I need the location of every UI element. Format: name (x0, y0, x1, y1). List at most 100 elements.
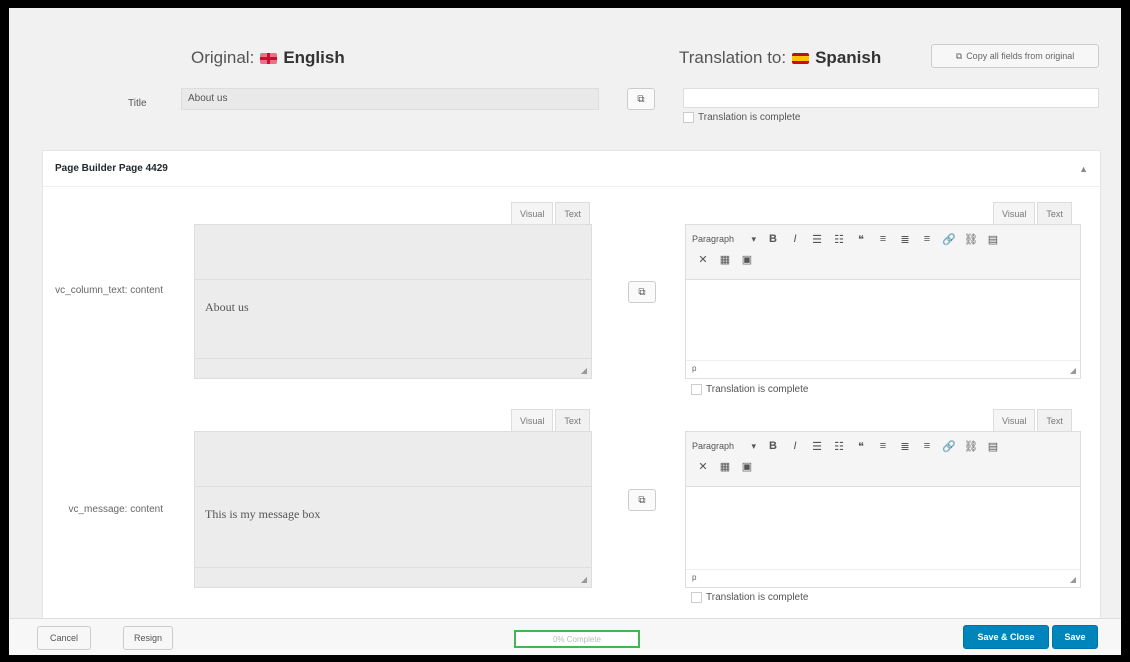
field-2-complete-checkbox[interactable] (691, 592, 702, 603)
copy-title-button[interactable]: ⧉ (627, 88, 655, 110)
align-left-icon[interactable]: ≡ (872, 229, 894, 249)
original-editor-1: About us ◢ (194, 224, 592, 379)
progress-bar: 0% Complete (514, 630, 640, 648)
translation-label: Translation to: (679, 48, 787, 67)
format-select[interactable]: Paragraph ▾ (692, 234, 762, 245)
blockquote-icon[interactable]: ❝ (850, 436, 872, 456)
bullet-list-icon[interactable]: ☰ (806, 436, 828, 456)
cancel-button[interactable]: Cancel (37, 626, 91, 650)
translation-editor-window: Original: English Translation to: Spanis… (9, 8, 1121, 655)
original-editor-toolbar-area (195, 225, 591, 280)
title-complete-checkbox-row[interactable]: Translation is complete (683, 112, 800, 123)
toolbar-row-2: ✕ ▦ ▣ (692, 456, 1074, 476)
original-editor-statusbar (195, 358, 591, 378)
editor-status-path: p (686, 360, 1080, 378)
field-1-complete-label: Translation is complete (706, 384, 809, 395)
copy-field-2-button[interactable]: ⧉ (628, 489, 656, 511)
copy-icon: ⧉ (638, 286, 646, 298)
title-complete-label: Translation is complete (698, 112, 801, 123)
bold-icon[interactable]: B (762, 229, 784, 249)
format-select[interactable]: Paragraph ▾ (692, 441, 762, 452)
tab-text[interactable]: Text (1037, 409, 1072, 431)
align-center-icon[interactable]: ≣ (894, 436, 916, 456)
title-translation-input[interactable] (683, 88, 1099, 108)
spain-flag-icon (792, 52, 810, 64)
toolbar-toggle-icon[interactable]: ▤ (982, 229, 1004, 249)
field-label-vc-column-text: vc_column_text: content (55, 285, 163, 296)
copy-icon: ⧉ (955, 50, 963, 61)
italic-icon[interactable]: I (784, 229, 806, 249)
resize-handle-icon[interactable]: ◢ (581, 366, 587, 375)
italic-icon[interactable]: I (784, 436, 806, 456)
translation-language-header: Translation to: Spanish (679, 48, 881, 68)
section-header[interactable]: Page Builder Page 4429 ▲ (43, 151, 1100, 187)
copy-icon: ⧉ (638, 494, 646, 506)
unlink-icon[interactable]: ⛓ (960, 229, 982, 249)
original-content-2: This is my message box (205, 507, 321, 521)
align-right-icon[interactable]: ≡ (916, 436, 938, 456)
footer-bar: Cancel Resign 0% Complete Save & Close S… (9, 618, 1121, 655)
save-button[interactable]: Save (1052, 625, 1098, 649)
align-right-icon[interactable]: ≡ (916, 229, 938, 249)
toolbar-row-1: Paragraph ▾ B I ☰ ☷ ❝ ≡ ≣ ≡ 🔗 ⛓ ▤ (692, 436, 1074, 456)
table-icon[interactable]: ▦ (714, 456, 736, 476)
translation-editor-tabs: Visual Text (993, 202, 1072, 224)
format-select-label: Paragraph (692, 441, 735, 451)
align-left-icon[interactable]: ≡ (872, 436, 894, 456)
field-1-complete-checkbox[interactable] (691, 384, 702, 395)
original-editor-toolbar-area (195, 432, 591, 487)
link-icon[interactable]: 🔗 (938, 436, 960, 456)
copy-field-1-button[interactable]: ⧉ (628, 281, 656, 303)
translation-editor-tabs: Visual Text (993, 409, 1072, 431)
resize-handle-icon[interactable]: ◢ (1070, 366, 1076, 375)
fullscreen-icon[interactable]: ✕ (692, 456, 714, 476)
copy-all-fields-button[interactable]: ⧉ Copy all fields from original (931, 44, 1099, 68)
tab-text[interactable]: Text (555, 202, 590, 224)
original-language: English (283, 48, 345, 67)
bullet-list-icon[interactable]: ☰ (806, 229, 828, 249)
title-field-label: Title (128, 98, 147, 109)
field-1-complete-checkbox-row[interactable]: Translation is complete (691, 384, 808, 395)
chevron-down-icon: ▾ (751, 233, 756, 244)
tab-visual[interactable]: Visual (511, 409, 554, 431)
tab-visual[interactable]: Visual (993, 409, 1036, 431)
tab-text[interactable]: Text (555, 409, 590, 431)
copy-icon: ⧉ (637, 93, 645, 105)
field-2-complete-label: Translation is complete (706, 592, 809, 603)
toolbar-row-1: Paragraph ▾ B I ☰ ☷ ❝ ≡ ≣ ≡ 🔗 ⛓ ▤ (692, 229, 1074, 249)
translation-editor-1[interactable]: Paragraph ▾ B I ☰ ☷ ❝ ≡ ≣ ≡ 🔗 ⛓ ▤ ✕ ▦ ▣ … (685, 224, 1081, 379)
fullscreen-icon[interactable]: ✕ (692, 249, 714, 269)
original-editor-statusbar (195, 567, 591, 587)
image-icon[interactable]: ▣ (736, 456, 758, 476)
translation-language: Spanish (815, 48, 882, 67)
align-center-icon[interactable]: ≣ (894, 229, 916, 249)
resize-handle-icon[interactable]: ◢ (581, 575, 587, 584)
translation-editor-2[interactable]: Paragraph ▾ B I ☰ ☷ ❝ ≡ ≣ ≡ 🔗 ⛓ ▤ ✕ ▦ ▣ … (685, 431, 1081, 588)
resize-handle-icon[interactable]: ◢ (1070, 575, 1076, 584)
unlink-icon[interactable]: ⛓ (960, 436, 982, 456)
blockquote-icon[interactable]: ❝ (850, 229, 872, 249)
chevron-down-icon: ▾ (751, 440, 756, 451)
image-icon[interactable]: ▣ (736, 249, 758, 269)
original-editor-tabs: Visual Text (511, 409, 590, 431)
bold-icon[interactable]: B (762, 436, 784, 456)
title-complete-checkbox[interactable] (683, 112, 694, 123)
collapse-icon[interactable]: ▲ (1079, 164, 1088, 174)
toolbar-toggle-icon[interactable]: ▤ (982, 436, 1004, 456)
table-icon[interactable]: ▦ (714, 249, 736, 269)
resign-button[interactable]: Resign (123, 626, 173, 650)
original-label: Original: (191, 48, 255, 67)
field-2-complete-checkbox-row[interactable]: Translation is complete (691, 592, 808, 603)
original-language-header: Original: English (191, 48, 345, 68)
link-icon[interactable]: 🔗 (938, 229, 960, 249)
editor-toolbar: Paragraph ▾ B I ☰ ☷ ❝ ≡ ≣ ≡ 🔗 ⛓ ▤ ✕ ▦ ▣ (686, 432, 1080, 487)
original-editor-2: This is my message box ◢ (194, 431, 592, 588)
uk-flag-icon (260, 52, 278, 64)
tab-visual[interactable]: Visual (993, 202, 1036, 224)
tab-text[interactable]: Text (1037, 202, 1072, 224)
tab-visual[interactable]: Visual (511, 202, 554, 224)
numbered-list-icon[interactable]: ☷ (828, 229, 850, 249)
save-close-button[interactable]: Save & Close (963, 625, 1049, 649)
field-label-vc-message: vc_message: content (68, 504, 164, 515)
numbered-list-icon[interactable]: ☷ (828, 436, 850, 456)
